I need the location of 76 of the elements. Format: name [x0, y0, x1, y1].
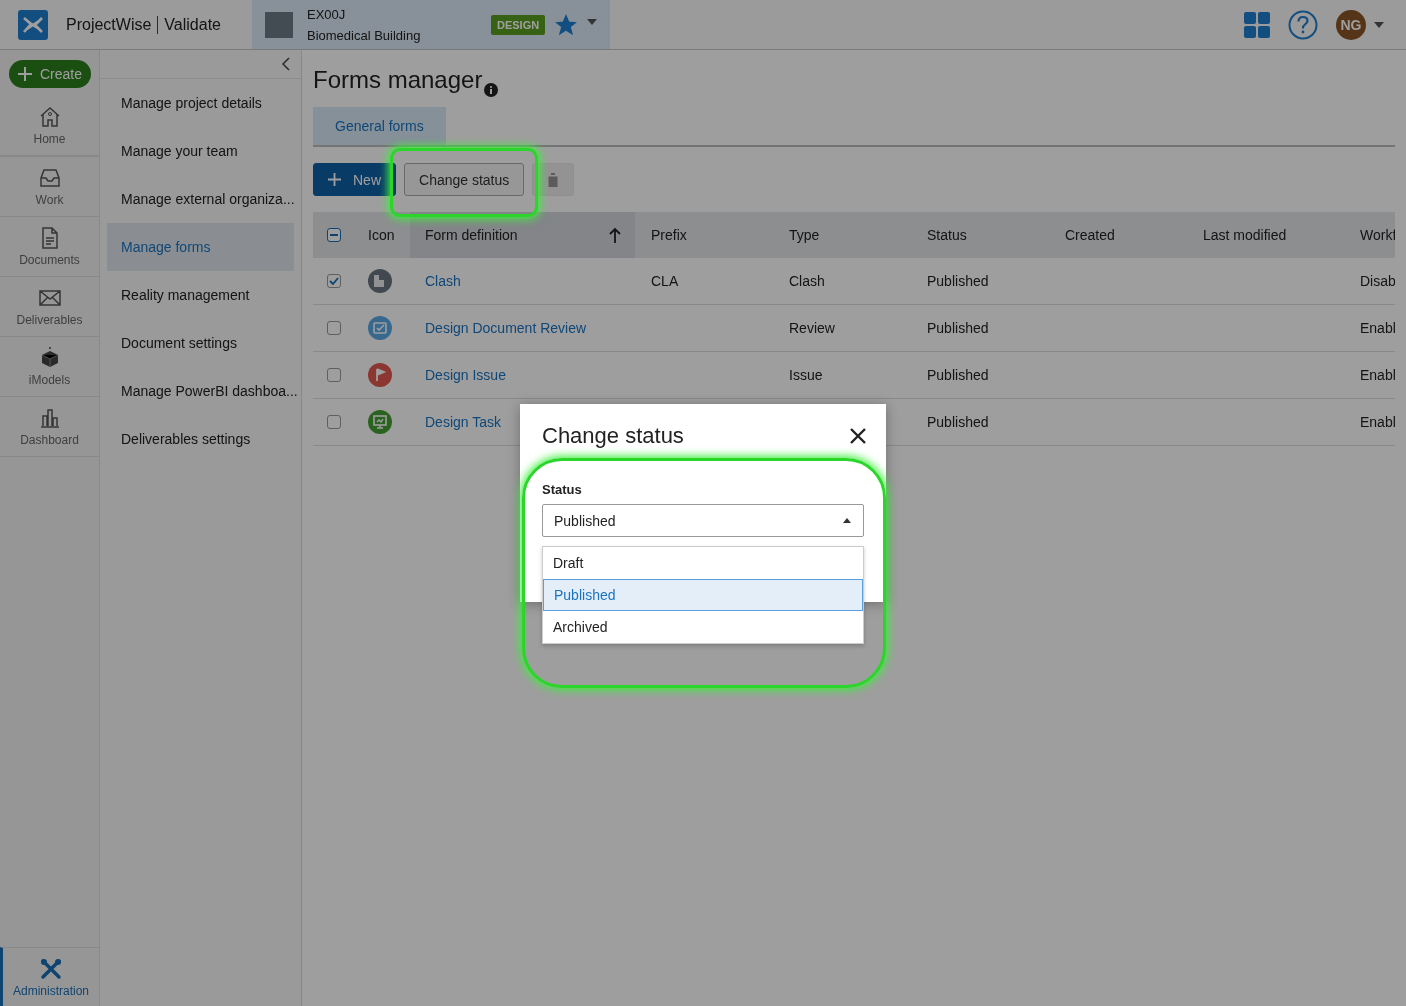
table-cell: Published	[927, 367, 989, 383]
photo-placeholder	[265, 11, 293, 38]
row-checkbox[interactable]	[327, 274, 341, 288]
row-checkbox[interactable]	[327, 321, 341, 335]
chevron-left-icon	[281, 57, 291, 71]
select-all-checkbox[interactable]	[327, 228, 341, 242]
info-icon	[484, 83, 499, 97]
settings-menu-item[interactable]: Manage your team	[107, 127, 294, 175]
table-cell: Issue	[789, 367, 823, 383]
settings-menu-item[interactable]: Manage forms	[107, 223, 294, 271]
dropdown-option[interactable]: Archived	[543, 611, 863, 643]
table-cell: Clash	[789, 273, 825, 289]
phase-badge: DESIGN	[491, 14, 546, 35]
change-status-button[interactable]: Change status	[404, 163, 525, 196]
page-title: Forms manager	[313, 65, 483, 95]
settings-menu-item[interactable]: Document settings	[107, 319, 294, 367]
rail-item[interactable]: Deliverables	[0, 277, 99, 337]
wrench-screwdriver-icon	[39, 956, 63, 981]
tab[interactable]: General forms	[313, 107, 446, 145]
user-avatar[interactable]: NG	[1336, 9, 1366, 40]
project-selector[interactable]: EX00J Biomedical Building DESIGN	[252, 0, 610, 49]
create-button[interactable]: Create	[9, 60, 91, 88]
dropdown-option[interactable]: Draft	[543, 547, 863, 579]
form-name-link[interactable]: Design Document Review	[425, 320, 587, 336]
settings-menu-item[interactable]: Deliverables settings	[107, 415, 294, 463]
column-header[interactable]: Last modified	[1203, 227, 1287, 243]
inbox-tray-icon	[37, 166, 62, 190]
table-cell: Enabl	[1360, 414, 1395, 430]
form-name-link[interactable]: Clash	[425, 273, 461, 289]
settings-menu-item[interactable]: Manage external organiza...	[107, 175, 294, 223]
plus-icon	[18, 67, 32, 81]
row-checkbox[interactable]	[327, 368, 341, 382]
trash-icon	[547, 172, 560, 187]
table-cell: Enabl	[1360, 320, 1395, 336]
table-cell: Published	[927, 414, 989, 430]
table-cell: Review	[789, 320, 835, 336]
table-cell: Disab	[1360, 273, 1395, 289]
rail-item[interactable]: Dashboard	[0, 397, 99, 457]
column-header[interactable]: Form definition	[425, 227, 518, 243]
table-cell: Published	[927, 273, 989, 289]
field-label: Status	[542, 482, 583, 497]
apps-grid-icon	[1244, 11, 1270, 38]
rail-item[interactable]: iModels	[0, 337, 99, 397]
column-header[interactable]: Type	[789, 227, 820, 243]
column-header[interactable]: Prefix	[651, 227, 687, 243]
rail-item[interactable]: Documents	[0, 217, 99, 277]
caret-icon	[587, 18, 598, 25]
dialog-title: Change status	[542, 423, 684, 449]
status-dropdown[interactable]: Published	[542, 504, 864, 537]
product-name: ProjectWise	[66, 15, 159, 34]
settings-menu-item[interactable]: Reality management	[107, 271, 294, 319]
help-icon	[1288, 9, 1318, 40]
logo-icon	[18, 9, 48, 40]
table-cell: CLA	[651, 273, 679, 289]
new-button[interactable]: New	[313, 163, 396, 196]
project-code: EX00J	[307, 5, 347, 24]
close-icon	[850, 428, 866, 444]
form-name-link[interactable]: Design Task	[425, 414, 501, 430]
caret-icon	[1374, 21, 1384, 28]
rail-item[interactable]: Work	[0, 156, 99, 217]
table-cell: Published	[927, 320, 989, 336]
column-header[interactable]: Created	[1065, 227, 1115, 243]
table-cell: Enabl	[1360, 367, 1395, 383]
project-name: Biomedical Building	[307, 26, 422, 45]
rail-item[interactable]: Home	[0, 96, 99, 156]
dropdown-option[interactable]: Published	[543, 579, 863, 611]
checkmark-icon	[329, 277, 339, 285]
column-header[interactable]: Status	[927, 227, 967, 243]
plus-icon	[328, 173, 341, 186]
module-name: Validate	[163, 15, 221, 34]
sort-up-arrow-icon	[609, 227, 621, 243]
close-button[interactable]	[848, 426, 868, 446]
column-header[interactable]: Icon	[368, 227, 395, 243]
settings-menu-item[interactable]: Manage project details	[107, 79, 294, 127]
row-checkbox[interactable]	[327, 415, 341, 429]
form-name-link[interactable]: Design Issue	[425, 367, 506, 383]
